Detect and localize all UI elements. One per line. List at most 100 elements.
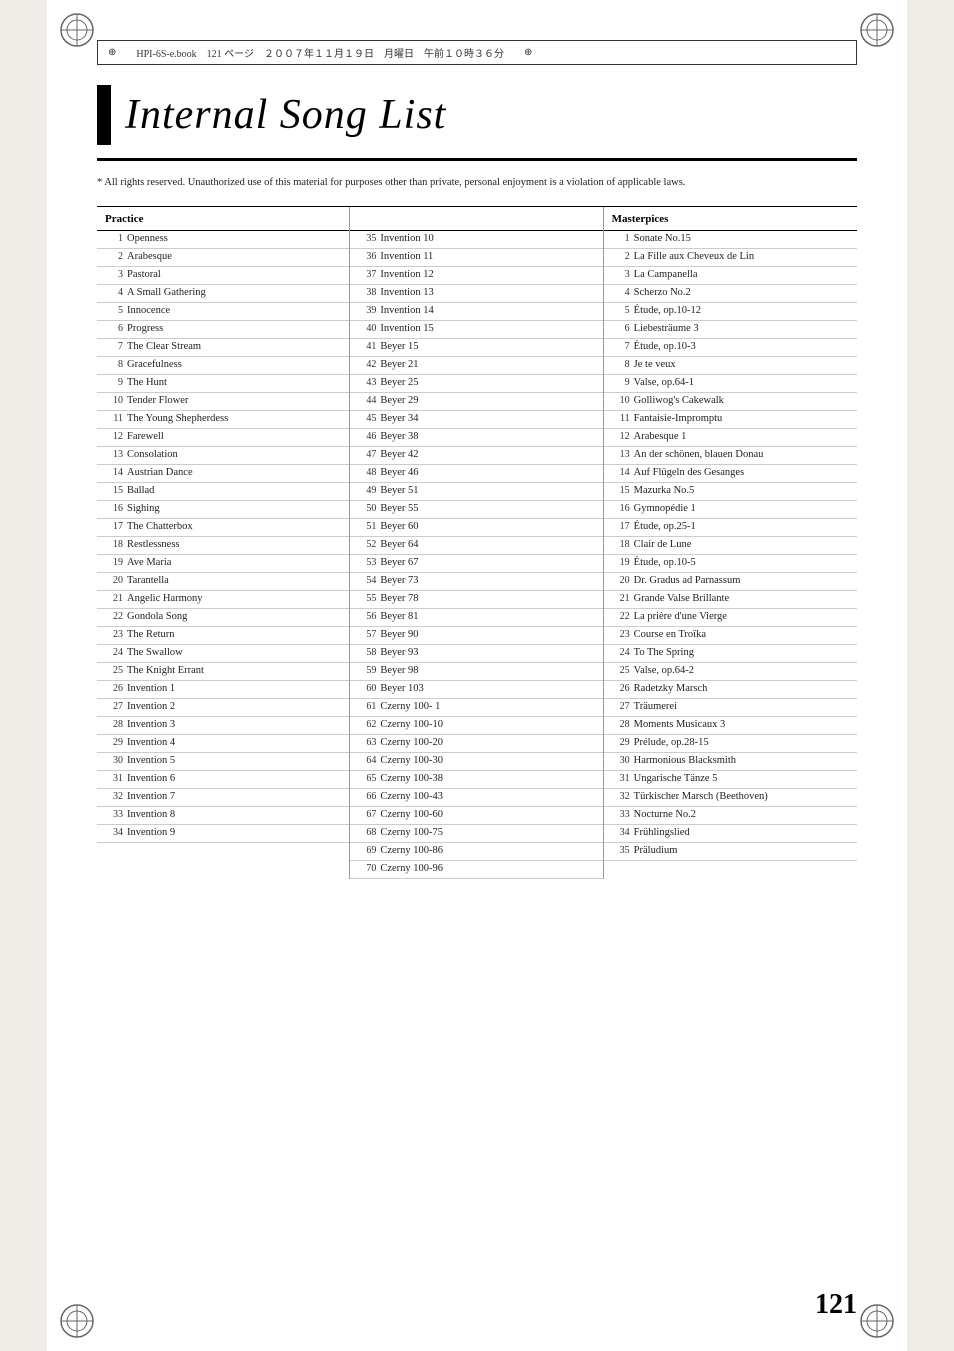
song-number: 45 <box>358 413 380 424</box>
song-row: 70Czerny 100-96 <box>350 861 602 879</box>
song-row: 35Invention 10 <box>350 231 602 249</box>
song-row: 31Ungarische Tänze 5 <box>604 771 857 789</box>
song-number: 59 <box>358 665 380 676</box>
song-row: 56Beyer 81 <box>350 609 602 627</box>
song-number: 14 <box>612 467 634 478</box>
song-number: 13 <box>105 449 127 460</box>
song-row: 22Gondola Song <box>97 609 349 627</box>
song-name: Präludium <box>634 845 678 856</box>
song-row: 48Beyer 46 <box>350 465 602 483</box>
song-row: 55Beyer 78 <box>350 591 602 609</box>
song-number: 49 <box>358 485 380 496</box>
song-name: Arabesque 1 <box>634 431 687 442</box>
song-number: 26 <box>612 683 634 694</box>
song-name: Beyer 15 <box>380 341 418 352</box>
song-name: Étude, op.10-5 <box>634 557 696 568</box>
song-number: 11 <box>612 413 634 424</box>
song-number: 38 <box>358 287 380 298</box>
song-number: 19 <box>612 557 634 568</box>
song-row: 19Ave Maria <box>97 555 349 573</box>
song-name: Beyer 64 <box>380 539 418 550</box>
song-name: Invention 4 <box>127 737 175 748</box>
song-row: 33Nocturne No.2 <box>604 807 857 825</box>
song-name: Grande Valse Brillante <box>634 593 729 604</box>
song-number: 28 <box>105 719 127 730</box>
column-0: Practice1Openness2Arabesque3Pastoral4A S… <box>97 207 350 879</box>
song-number: 68 <box>358 827 380 838</box>
song-name: Invention 15 <box>380 323 433 334</box>
song-number: 30 <box>612 755 634 766</box>
col-header-2: Masterpices <box>604 207 857 231</box>
song-number: 48 <box>358 467 380 478</box>
song-row: 42Beyer 21 <box>350 357 602 375</box>
song-row: 11The Young Shepherdess <box>97 411 349 429</box>
song-row: 52Beyer 64 <box>350 537 602 555</box>
song-number: 31 <box>105 773 127 784</box>
song-name: Ave Maria <box>127 557 171 568</box>
song-name: The Swallow <box>127 647 183 658</box>
song-row: 8Gracefulness <box>97 357 349 375</box>
song-name: Tender Flower <box>127 395 188 406</box>
song-name: Invention 5 <box>127 755 175 766</box>
song-name: Harmonious Blacksmith <box>634 755 736 766</box>
song-row: 22La prière d'une Vierge <box>604 609 857 627</box>
song-row: 19Étude, op.10-5 <box>604 555 857 573</box>
song-number: 26 <box>105 683 127 694</box>
song-number: 65 <box>358 773 380 784</box>
song-number: 53 <box>358 557 380 568</box>
song-number: 62 <box>358 719 380 730</box>
song-row: 66Czerny 100-43 <box>350 789 602 807</box>
song-name: Scherzo No.2 <box>634 287 691 298</box>
song-row: 1Openness <box>97 231 349 249</box>
song-number: 17 <box>105 521 127 532</box>
song-name: Beyer 67 <box>380 557 418 568</box>
song-number: 34 <box>105 827 127 838</box>
song-name: Beyer 81 <box>380 611 418 622</box>
song-name: Czerny 100-30 <box>380 755 443 766</box>
song-number: 5 <box>612 305 634 316</box>
song-row: 14Austrian Dance <box>97 465 349 483</box>
song-number: 5 <box>105 305 127 316</box>
song-number: 3 <box>105 269 127 280</box>
song-number: 24 <box>105 647 127 658</box>
song-number: 12 <box>612 431 634 442</box>
song-number: 40 <box>358 323 380 334</box>
song-name: Golliwog's Cakewalk <box>634 395 724 406</box>
song-row: 9Valse, op.64-1 <box>604 375 857 393</box>
song-name: Invention 14 <box>380 305 433 316</box>
crosshair-right: ⊕ <box>524 47 532 58</box>
song-row: 17The Chatterbox <box>97 519 349 537</box>
song-number: 16 <box>612 503 634 514</box>
song-row: 35Präludium <box>604 843 857 861</box>
song-row: 28Moments Musicaux 3 <box>604 717 857 735</box>
song-row: 10Golliwog's Cakewalk <box>604 393 857 411</box>
song-row: 4A Small Gathering <box>97 285 349 303</box>
song-row: 23The Return <box>97 627 349 645</box>
song-name: Valse, op.64-2 <box>634 665 694 676</box>
song-name: Angelic Harmony <box>127 593 203 604</box>
song-name: To The Spring <box>634 647 694 658</box>
song-row: 25Valse, op.64-2 <box>604 663 857 681</box>
song-name: Invention 8 <box>127 809 175 820</box>
song-number: 51 <box>358 521 380 532</box>
song-name: Beyer 90 <box>380 629 418 640</box>
song-name: Auf Flügeln des Gesanges <box>634 467 745 478</box>
song-number: 7 <box>105 341 127 352</box>
song-name: Czerny 100-96 <box>380 863 443 874</box>
song-row: 24To The Spring <box>604 645 857 663</box>
song-row: 24The Swallow <box>97 645 349 663</box>
song-number: 35 <box>358 233 380 244</box>
song-name: Progress <box>127 323 163 334</box>
song-number: 8 <box>105 359 127 370</box>
song-name: Fantaisie-Impromptu <box>634 413 723 424</box>
song-name: Invention 3 <box>127 719 175 730</box>
song-name: Étude, op.10-12 <box>634 305 701 316</box>
song-number: 32 <box>612 791 634 802</box>
song-number: 32 <box>105 791 127 802</box>
song-row: 27Träumerei <box>604 699 857 717</box>
song-name: La Fille aux Cheveux de Lin <box>634 251 754 262</box>
song-row: 47Beyer 42 <box>350 447 602 465</box>
song-name: Austrian Dance <box>127 467 193 478</box>
song-row: 3Pastoral <box>97 267 349 285</box>
song-row: 17Étude, op.25-1 <box>604 519 857 537</box>
